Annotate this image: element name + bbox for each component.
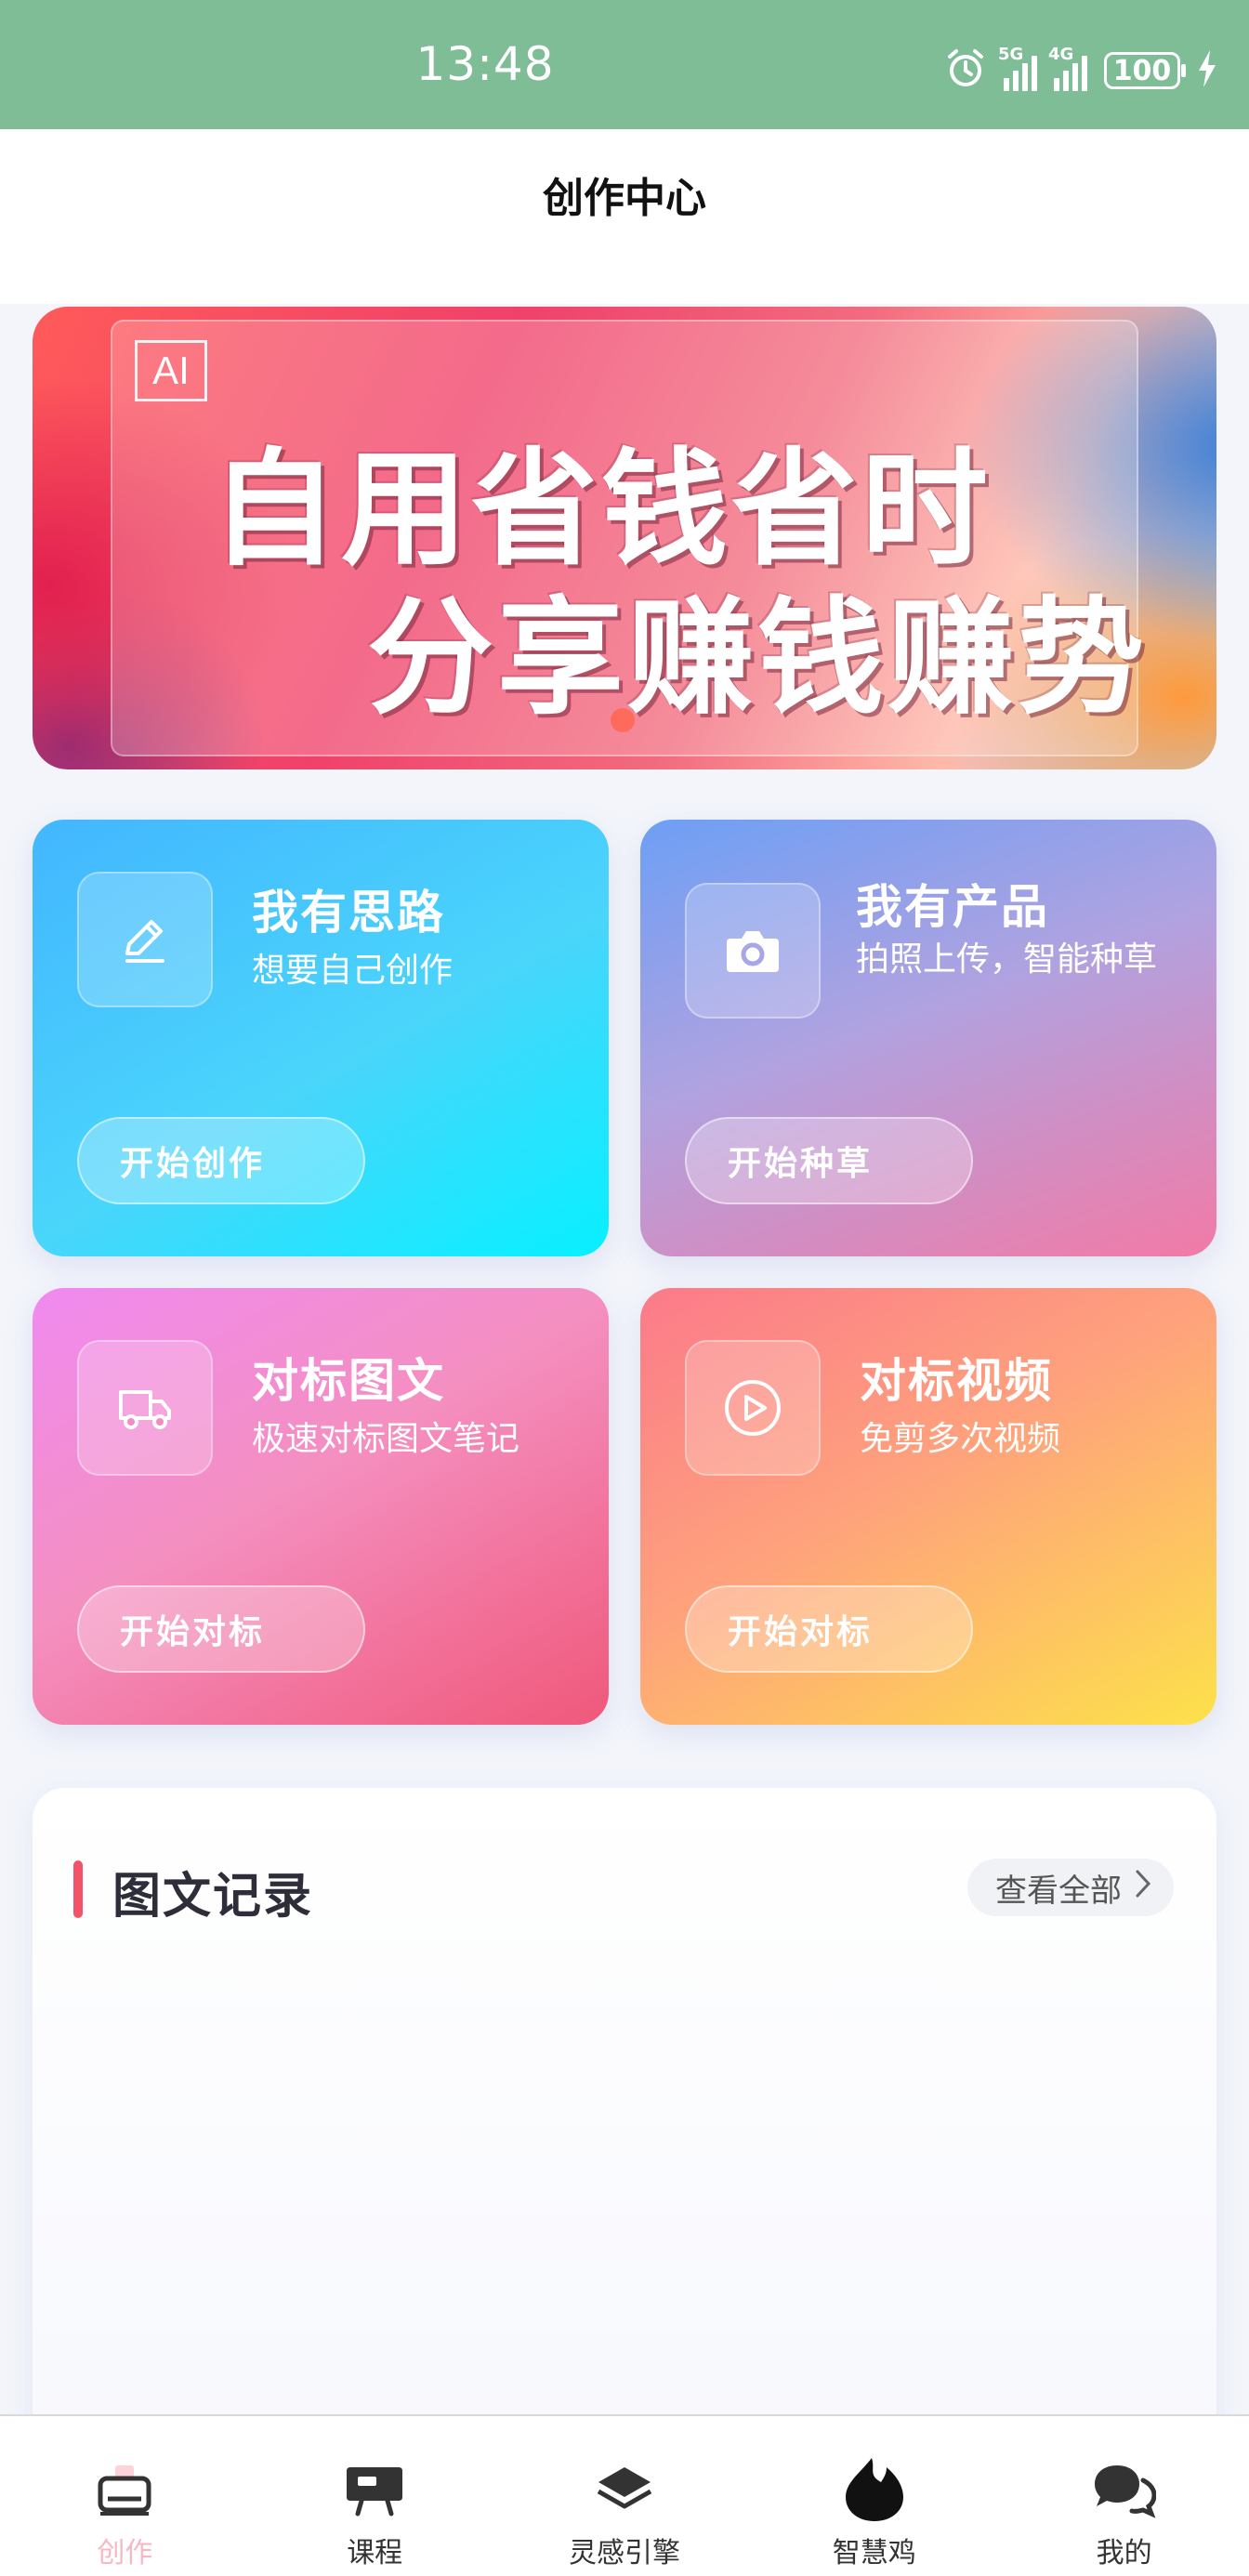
card-product[interactable]: 我有产品 拍照上传，智能种草 开始种草 [640,820,1216,1256]
promo-banner[interactable]: AI 自用省钱省时 分享赚钱赚势 [33,307,1216,769]
page-title: 创作中心 [543,175,706,222]
ai-badge: AI [135,340,207,401]
camera-icon [685,883,821,1019]
card-idea[interactable]: 我有思路 想要自己创作 开始创作 [33,820,609,1256]
nav-label: 创作 [97,2537,153,2569]
records-title: 图文记录 [112,1869,314,1925]
course-icon [342,2457,407,2522]
card-subtitle: 拍照上传，智能种草 [856,940,1158,979]
nav-item-create[interactable]: 创作 [0,2416,250,2576]
flame-icon [842,2457,907,2522]
nav-item-mine[interactable]: 我的 [999,2416,1249,2576]
battery-icon: 100 [1104,52,1186,89]
card-benchmark-video[interactable]: 对标视频 免剪多次视频 开始对标 [640,1288,1216,1725]
status-icons: 5G 4G 100 [944,45,1217,97]
network-label: 4G [1048,45,1074,64]
play-icon [685,1340,821,1476]
status-time: 13:48 [415,37,555,91]
start-benchmark-post-button[interactable]: 开始对标 [77,1585,365,1673]
nav-label: 我的 [1096,2537,1152,2569]
bottom-nav: 创作 课程 灵感引擎 智慧鸡 我的 [0,2414,1249,2576]
signal-icon: 5G [998,45,1037,91]
pencil-icon [77,872,213,1007]
nav-label: 智慧鸡 [832,2537,916,2569]
view-all-button[interactable]: 查看全部 [967,1859,1174,1916]
card-title: 我有产品 [856,880,1049,934]
section-accent-bar [73,1860,83,1918]
view-all-label: 查看全部 [995,1872,1122,1910]
nav-label: 灵感引擎 [568,2537,680,2569]
truck-icon [77,1340,213,1476]
start-benchmark-video-button[interactable]: 开始对标 [685,1585,973,1673]
nav-label: 课程 [347,2537,403,2569]
network-label: 5G [998,45,1024,64]
card-title: 对标视频 [860,1354,1053,1408]
chevron-right-icon [1135,1869,1151,1907]
banner-headline-2: 分享赚钱赚势 [367,585,1148,732]
status-bar: 13:48 5G 4G 100 [0,0,1249,129]
layers-icon [592,2457,657,2522]
records-panel: 图文记录 查看全部 [33,1788,1216,2457]
signal-icon: 4G [1048,45,1087,91]
card-benchmark-post[interactable]: 对标图文 极速对标图文笔记 开始对标 [33,1288,609,1725]
start-create-button[interactable]: 开始创作 [77,1117,365,1204]
charging-icon [1197,50,1217,91]
chat-icon [1092,2457,1157,2522]
title-bar: 创作中心 [0,129,1249,304]
card-subtitle: 极速对标图文笔记 [252,1420,520,1458]
card-title: 我有思路 [252,886,445,940]
banner-page-indicator[interactable] [611,708,635,732]
nav-item-inspiration[interactable]: 灵感引擎 [500,2416,750,2576]
start-seeding-button[interactable]: 开始种草 [685,1117,973,1204]
create-icon [92,2457,157,2522]
alarm-icon [944,47,987,94]
card-title: 对标图文 [252,1354,445,1408]
nav-item-smart-chicken[interactable]: 智慧鸡 [749,2416,999,2576]
card-subtitle: 免剪多次视频 [860,1420,1061,1458]
nav-item-course[interactable]: 课程 [250,2416,500,2576]
card-subtitle: 想要自己创作 [252,952,454,990]
